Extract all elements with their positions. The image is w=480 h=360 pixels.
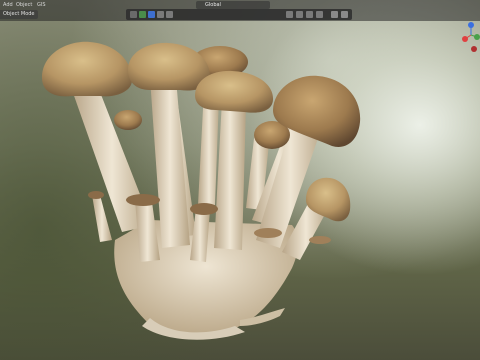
menu-object[interactable]: Object xyxy=(16,1,32,9)
gizmo-icon[interactable] xyxy=(296,11,303,18)
axis-z-icon xyxy=(468,22,474,28)
3d-viewport[interactable]: Add Object GIS Global Object Mode xyxy=(0,0,480,360)
render-preview-icon[interactable] xyxy=(341,11,348,18)
mushroom-model[interactable] xyxy=(0,0,480,360)
hand-icon[interactable] xyxy=(130,11,137,18)
axis-y-icon xyxy=(474,34,480,40)
transform-orientation-dropdown[interactable]: Global xyxy=(205,1,221,9)
menu-gis[interactable]: GIS xyxy=(37,1,46,9)
axis-x-icon xyxy=(462,36,468,42)
editor-type-dropdown[interactable]: Object Mode xyxy=(0,10,38,19)
move-icon[interactable] xyxy=(166,11,173,18)
filter-icon[interactable] xyxy=(331,11,338,18)
cursor-icon[interactable] xyxy=(157,11,164,18)
menu-add[interactable]: Add xyxy=(3,1,13,9)
viewport-shading-icon[interactable] xyxy=(286,11,293,18)
select-box-icon[interactable] xyxy=(148,11,155,18)
navigation-gizmo[interactable] xyxy=(459,17,480,53)
editor-type-label: Object Mode xyxy=(3,11,35,17)
axis-neg-x-icon xyxy=(471,46,477,52)
viewport-toolbar xyxy=(126,9,352,20)
overlay-icon[interactable] xyxy=(306,11,313,18)
proportional-editing-icon[interactable] xyxy=(139,11,146,18)
xray-icon[interactable] xyxy=(316,11,323,18)
